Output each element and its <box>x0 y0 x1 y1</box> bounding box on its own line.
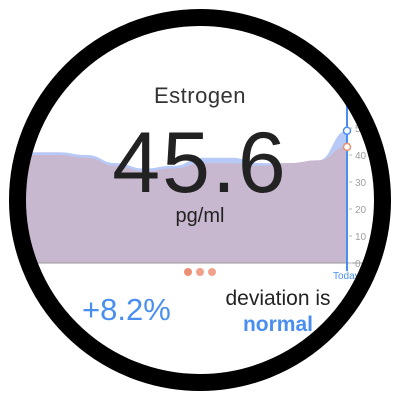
page-indicator[interactable] <box>184 268 216 276</box>
change-delta: +8.2% <box>82 292 171 327</box>
deviation-text: deviation is normal <box>218 286 338 338</box>
deviation-label: deviation is <box>225 287 331 310</box>
page-dot[interactable] <box>208 268 216 276</box>
y-tick-label: 10 <box>355 232 367 243</box>
page-dot[interactable] <box>196 268 204 276</box>
deviation-status: normal <box>242 313 313 336</box>
screen: 0 10 20 30 40 50 Today Estrogen 45.6 pg/ml +8.… <box>24 24 376 376</box>
y-tick-label: 0 <box>355 259 361 270</box>
metric-value: 45.6 <box>112 115 288 211</box>
metric-unit: pg/ml <box>175 205 225 227</box>
page-dot[interactable] <box>184 268 192 276</box>
today-label: Today <box>333 271 360 282</box>
metric-name: Estrogen <box>153 83 247 108</box>
watch-face: 0 10 20 30 40 50 Today Estrogen 45.6 pg/ml +8.… <box>0 0 400 401</box>
